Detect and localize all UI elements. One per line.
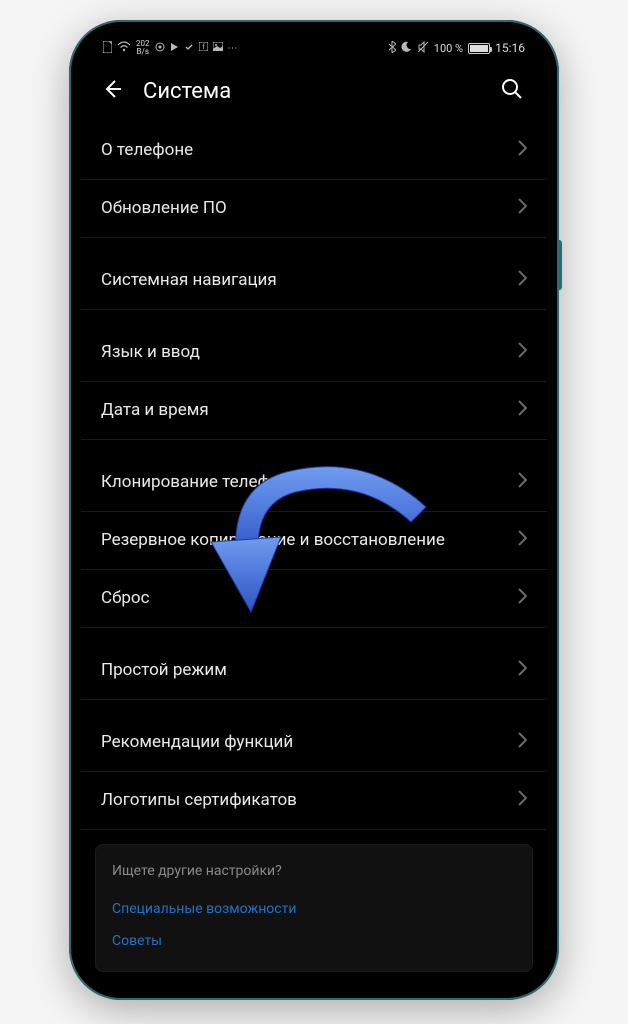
search-button[interactable] xyxy=(497,74,527,108)
row-system-navigation[interactable]: Системная навигация xyxy=(81,252,547,310)
chevron-right-icon xyxy=(518,660,527,681)
row-label: Системная навигация xyxy=(101,270,518,291)
chevron-right-icon xyxy=(518,790,527,811)
footer-card: Ищете другие настройки? Специальные возм… xyxy=(95,844,533,972)
row-software-update[interactable]: Обновление ПО xyxy=(81,180,547,238)
footer-hint: Ищете другие настройки? xyxy=(112,863,516,879)
group-gap xyxy=(81,700,547,714)
network-speed: 202 B/s xyxy=(136,40,150,56)
row-phone-clone[interactable]: Клонирование телефона xyxy=(81,454,547,512)
screen: 202 B/s f ⋯ xyxy=(81,32,547,988)
row-label: Логотипы сертификатов xyxy=(101,790,518,811)
location-icon xyxy=(155,42,165,55)
row-label: Сброс xyxy=(101,588,518,609)
row-cert-logos[interactable]: Логотипы сертификатов xyxy=(81,772,547,830)
mute-icon xyxy=(417,41,429,56)
bluetooth-icon xyxy=(388,41,396,56)
link-tips[interactable]: Советы xyxy=(112,925,516,957)
group-gap xyxy=(81,310,547,324)
chevron-right-icon xyxy=(518,140,527,161)
row-feature-recommendations[interactable]: Рекомендации функций xyxy=(81,714,547,772)
gallery-status-icon xyxy=(213,42,223,54)
more-status-icon: ⋯ xyxy=(228,43,239,54)
row-label: Язык и ввод xyxy=(101,342,518,363)
arrow-left-icon xyxy=(101,78,123,100)
sim-icon xyxy=(103,41,112,56)
row-date-time[interactable]: Дата и время xyxy=(81,382,547,440)
chevron-right-icon xyxy=(518,732,527,753)
group-gap xyxy=(81,628,547,642)
battery-text: 100 % xyxy=(434,42,463,55)
chevron-right-icon xyxy=(518,530,527,551)
chevron-right-icon xyxy=(518,588,527,609)
speed-unit: B/s xyxy=(137,48,149,56)
clock: 15:16 xyxy=(495,41,525,55)
row-label: Рекомендации функций xyxy=(101,732,518,753)
battery-icon xyxy=(468,43,490,54)
status-right: 100 % 15:16 xyxy=(388,41,525,56)
row-about-phone[interactable]: О телефоне xyxy=(81,122,547,180)
row-reset[interactable]: Сброс xyxy=(81,570,547,628)
settings-list: О телефоне Обновление ПО Системная навиг… xyxy=(81,122,547,972)
group-gap xyxy=(81,238,547,252)
chevron-right-icon xyxy=(518,270,527,291)
link-accessibility[interactable]: Специальные возможности xyxy=(112,893,516,925)
wifi-icon xyxy=(117,41,131,55)
row-label: О телефоне xyxy=(101,140,518,161)
row-label: Дата и время xyxy=(101,400,518,421)
status-left: 202 B/s f ⋯ xyxy=(103,40,239,56)
chevron-right-icon xyxy=(518,400,527,421)
row-language-input[interactable]: Язык и ввод xyxy=(81,324,547,382)
page-title: Система xyxy=(143,79,481,104)
chevron-right-icon xyxy=(518,198,527,219)
row-label: Клонирование телефона xyxy=(101,472,518,493)
chevron-right-icon xyxy=(518,472,527,493)
row-simple-mode[interactable]: Простой режим xyxy=(81,642,547,700)
svg-text:f: f xyxy=(202,43,205,51)
settings-status-icon xyxy=(184,42,194,55)
phone-side-button xyxy=(559,240,562,290)
row-backup-restore[interactable]: Резервное копирование и восстановление xyxy=(81,512,547,570)
row-label: Резервное копирование и восстановление xyxy=(101,530,518,551)
header: Система xyxy=(81,60,547,122)
row-label: Простой режим xyxy=(101,660,518,681)
dnd-moon-icon xyxy=(401,41,412,55)
search-icon xyxy=(501,78,523,100)
group-gap xyxy=(81,440,547,454)
back-button[interactable] xyxy=(97,74,127,108)
phone-frame: 202 B/s f ⋯ xyxy=(69,20,559,1000)
app-status-icon: f xyxy=(199,42,208,54)
play-icon xyxy=(170,42,179,55)
notch xyxy=(303,32,325,54)
row-label: Обновление ПО xyxy=(101,198,518,219)
chevron-right-icon xyxy=(518,342,527,363)
